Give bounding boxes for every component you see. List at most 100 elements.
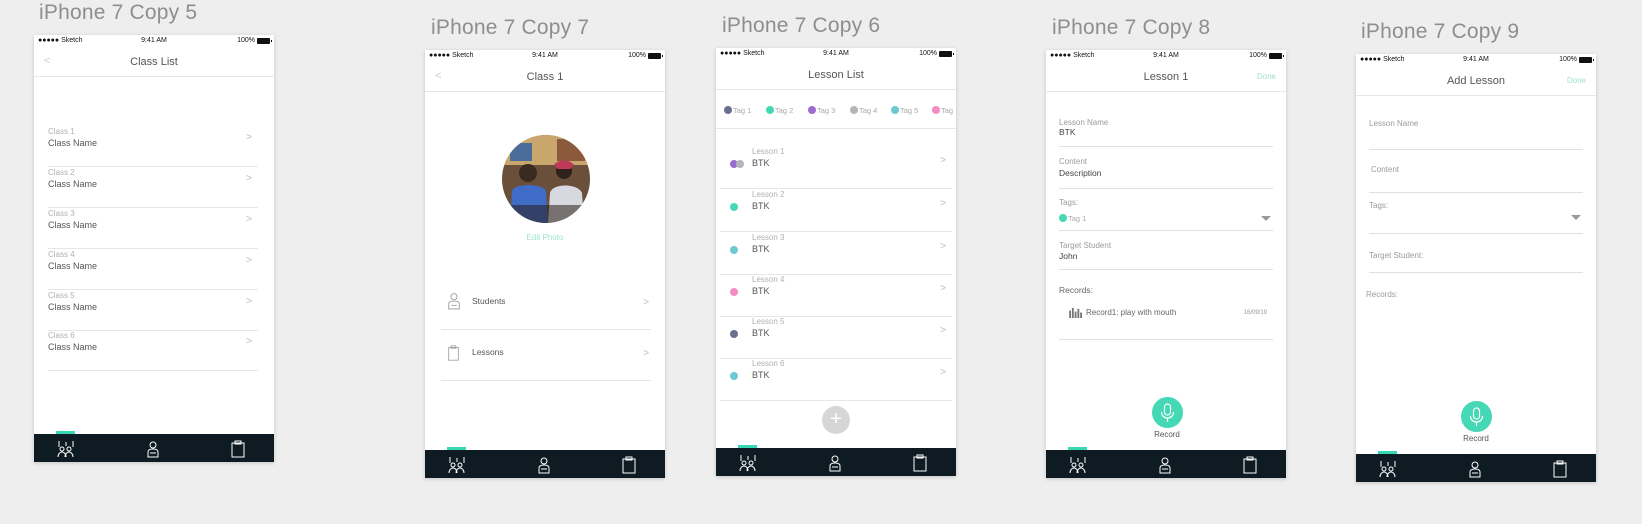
status-bar: ●●●●● Sketch 9:41 AM 100% bbox=[716, 48, 956, 60]
chevron-right-icon: > bbox=[246, 336, 252, 347]
battery-indicator: 100% bbox=[628, 52, 663, 59]
tag-chip[interactable]: Tag 4 bbox=[850, 106, 877, 115]
tab-classes[interactable] bbox=[1067, 456, 1089, 474]
chevron-right-icon: > bbox=[643, 297, 649, 308]
tab-students[interactable] bbox=[142, 440, 164, 458]
tab-lessons[interactable] bbox=[1549, 460, 1571, 478]
tag-chip[interactable]: Tag 1 bbox=[724, 106, 751, 115]
tag-color-dot bbox=[850, 106, 858, 114]
lesson-row[interactable]: Lesson 4 BTK > bbox=[720, 275, 952, 317]
chevron-right-icon: > bbox=[940, 241, 946, 252]
tab-students[interactable] bbox=[1464, 460, 1486, 478]
target-student-field[interactable]: Target Student John bbox=[1059, 241, 1273, 270]
tag-label: Tag 4 bbox=[859, 106, 878, 115]
lessons-menu-item[interactable]: Lessons > bbox=[441, 331, 651, 381]
class-number: Class 1 bbox=[48, 127, 75, 136]
class-row[interactable]: Class 5 Class Name > bbox=[48, 291, 258, 331]
lesson-row[interactable]: Lesson 3 BTK > bbox=[720, 233, 952, 275]
class-number: Class 3 bbox=[48, 209, 75, 218]
done-button[interactable]: Done bbox=[1567, 76, 1586, 85]
content-field[interactable]: Content bbox=[1369, 165, 1583, 193]
tag-chip[interactable]: Tag 5 bbox=[891, 106, 918, 115]
tab-lessons[interactable] bbox=[909, 454, 931, 472]
chevron-right-icon: > bbox=[643, 348, 649, 359]
chevron-right-icon: > bbox=[940, 155, 946, 166]
active-tab-indicator bbox=[447, 447, 466, 450]
status-bar: ●●●●● Sketch 9:41 AM 100% bbox=[1046, 50, 1286, 62]
battery-label: 100% bbox=[1249, 52, 1267, 59]
battery-icon bbox=[1269, 52, 1284, 59]
battery-indicator: 100% bbox=[919, 50, 954, 57]
tab-classes[interactable] bbox=[737, 454, 759, 472]
tab-lessons[interactable] bbox=[227, 440, 249, 458]
battery-indicator: 100% bbox=[1249, 52, 1284, 59]
hands-raised-icon bbox=[448, 457, 465, 474]
tab-lessons[interactable] bbox=[618, 456, 640, 474]
lesson-name: BTK bbox=[752, 244, 770, 254]
page-title: Lesson 1 bbox=[1143, 71, 1189, 83]
tab-classes[interactable] bbox=[1377, 460, 1399, 478]
lesson-number: Lesson 1 bbox=[752, 147, 785, 156]
lesson-name-field[interactable]: Lesson Name BTK bbox=[1059, 118, 1273, 147]
class-row[interactable]: Class 4 Class Name > bbox=[48, 250, 258, 290]
clipboard-icon bbox=[622, 456, 636, 474]
lesson-number: Lesson 2 bbox=[752, 190, 785, 199]
navigation-bar: < Class 1 bbox=[425, 62, 665, 92]
done-button[interactable]: Done bbox=[1257, 72, 1276, 81]
lesson-name: BTK bbox=[752, 370, 770, 380]
lesson-row[interactable]: Lesson 2 BTK > bbox=[720, 190, 952, 232]
tags-label: Tags: bbox=[1059, 198, 1079, 207]
record-button[interactable] bbox=[1152, 397, 1183, 428]
tags-field[interactable]: Tags: Tag 1 bbox=[1059, 198, 1273, 231]
tag-value: Tag 1 bbox=[1068, 214, 1087, 223]
tag-chip[interactable]: Tag bbox=[932, 106, 953, 115]
tab-students[interactable] bbox=[1154, 456, 1176, 474]
class-row[interactable]: Class 3 Class Name > bbox=[48, 209, 258, 249]
tab-lessons[interactable] bbox=[1239, 456, 1261, 474]
chevron-right-icon: > bbox=[246, 255, 252, 266]
battery-icon bbox=[648, 52, 663, 59]
tag-label: Tag 2 bbox=[775, 106, 794, 115]
tab-classes[interactable] bbox=[446, 456, 468, 474]
target-student-field[interactable]: Target Student: bbox=[1369, 251, 1583, 273]
tag-color-dot bbox=[932, 106, 940, 114]
class-name: Class Name bbox=[48, 179, 98, 189]
tags-field[interactable]: Tags: bbox=[1369, 201, 1583, 234]
edit-photo-link[interactable]: Edit Photo bbox=[425, 233, 665, 242]
navigation-bar: < Class List bbox=[34, 47, 274, 77]
chevron-right-icon: > bbox=[246, 214, 252, 225]
chevron-right-icon: > bbox=[246, 296, 252, 307]
class-photo[interactable] bbox=[502, 135, 590, 223]
record-name: Record1: play with mouth bbox=[1086, 308, 1177, 317]
lesson-row[interactable]: Lesson 5 BTK > bbox=[720, 317, 952, 359]
lesson-row[interactable]: Lesson 1 BTK > bbox=[720, 147, 952, 189]
class-row[interactable]: Class 2 Class Name > bbox=[48, 168, 258, 208]
microphone-icon bbox=[1469, 407, 1484, 426]
tab-students[interactable] bbox=[533, 456, 555, 474]
tab-classes[interactable] bbox=[55, 440, 77, 458]
tab-students[interactable] bbox=[824, 454, 846, 472]
class-name: Class Name bbox=[48, 302, 98, 312]
lesson-name-field[interactable]: Lesson Name bbox=[1369, 119, 1583, 150]
tag-chip[interactable]: Tag 3 bbox=[808, 106, 835, 115]
tag-color-dot bbox=[730, 203, 738, 211]
class-row[interactable]: Class 1 Class Name > bbox=[48, 127, 258, 167]
class-row[interactable]: Class 6 Class Name > bbox=[48, 331, 258, 371]
lesson-row[interactable]: Lesson 6 BTK > bbox=[720, 359, 952, 401]
record-button[interactable] bbox=[1461, 401, 1492, 432]
add-lesson-button[interactable]: + bbox=[822, 406, 850, 434]
plus-icon: + bbox=[830, 408, 842, 430]
battery-indicator: 100% bbox=[237, 37, 272, 44]
artboard-title: iPhone 7 Copy 5 bbox=[39, 1, 198, 24]
content-field[interactable]: Content Description bbox=[1059, 157, 1273, 189]
hands-raised-icon bbox=[1379, 461, 1396, 478]
tag-color-dot bbox=[766, 106, 774, 114]
students-menu-item[interactable]: Students > bbox=[441, 280, 651, 330]
divider bbox=[716, 128, 956, 129]
tag-color-dot bbox=[724, 106, 732, 114]
tag-color-dot bbox=[736, 160, 744, 168]
record-item[interactable]: Record1: play with mouth 16/09/19 bbox=[1059, 307, 1273, 340]
tag-chip[interactable]: Tag 2 bbox=[766, 106, 793, 115]
tag-color-dot bbox=[808, 106, 816, 114]
battery-label: 100% bbox=[919, 50, 937, 57]
